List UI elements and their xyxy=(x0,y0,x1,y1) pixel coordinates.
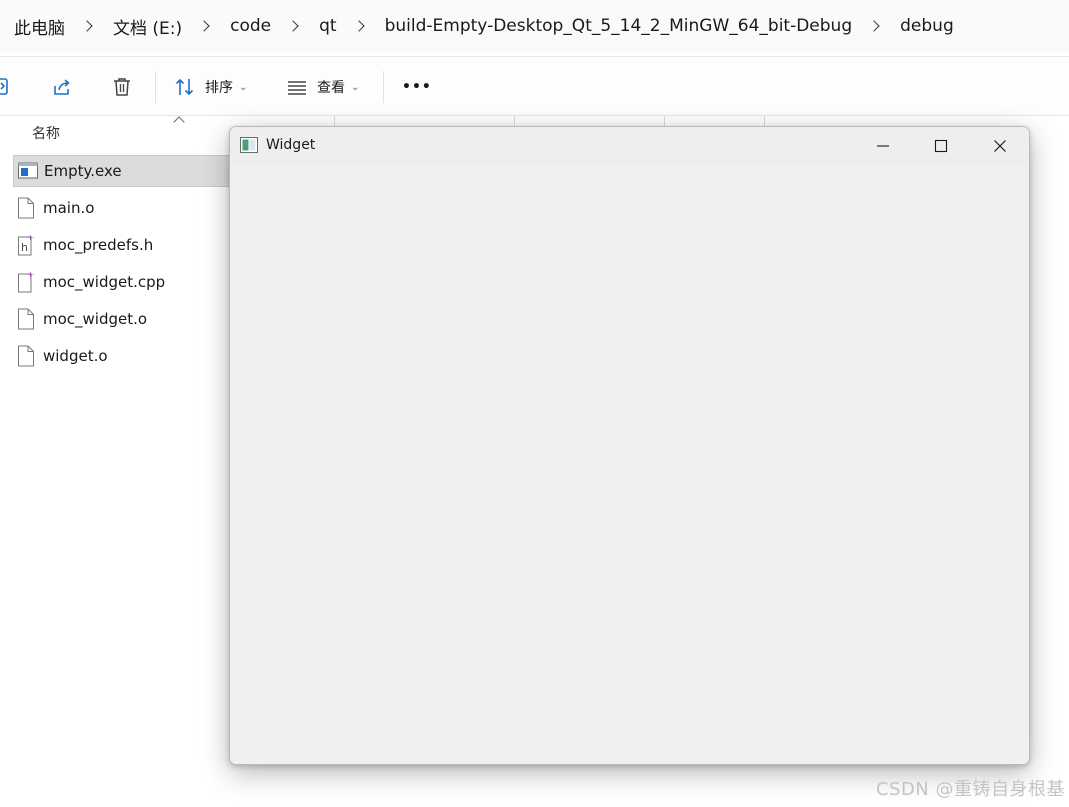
window-title: Widget xyxy=(266,137,316,153)
close-button[interactable] xyxy=(971,127,1029,165)
maximize-icon xyxy=(934,139,948,153)
chevron-down-icon: ⌄ xyxy=(351,81,360,93)
sort-label: 排序 xyxy=(205,80,233,96)
app-icon xyxy=(240,137,258,153)
sort-ascending-icon xyxy=(173,116,185,128)
window-titlebar[interactable]: Widget xyxy=(230,127,1029,165)
breadcrumb: 此电脑 文档 (E:) code qt build-Empty-Desktop_… xyxy=(0,0,1069,52)
delete-button[interactable] xyxy=(110,57,134,117)
file-row-widget-o[interactable]: widget.o xyxy=(13,340,235,372)
chevron-right-icon xyxy=(198,20,210,32)
file-name: main.o xyxy=(43,199,95,217)
toolbar-divider xyxy=(383,71,384,103)
close-icon xyxy=(994,140,1006,152)
svg-text:h: h xyxy=(21,241,28,254)
chevron-right-icon xyxy=(287,20,299,32)
qt-widget-window[interactable]: Widget xyxy=(229,126,1030,765)
sort-arrows-icon xyxy=(173,75,197,99)
list-view-icon xyxy=(285,75,309,99)
file-icon xyxy=(17,345,37,367)
more-icon: ••• xyxy=(402,79,432,95)
breadcrumb-this-pc[interactable]: 此电脑 xyxy=(14,14,65,39)
file-icon xyxy=(17,197,37,219)
chevron-right-icon xyxy=(352,20,365,32)
chevron-down-icon: ⌄ xyxy=(239,81,248,93)
breadcrumb-drive-e[interactable]: 文档 (E:) xyxy=(113,14,182,39)
exe-icon xyxy=(18,160,38,182)
file-row-main-o[interactable]: main.o xyxy=(13,192,235,224)
file-icon xyxy=(17,308,37,330)
watermark: CSDN @重铸自身根基 xyxy=(875,779,1065,800)
svg-text:++: ++ xyxy=(27,271,35,279)
file-name: moc_widget.o xyxy=(43,310,148,328)
share-button[interactable] xyxy=(50,57,74,117)
copy-path-icon xyxy=(0,75,16,99)
file-row-empty-exe[interactable]: Empty.exe xyxy=(13,155,235,187)
sort-button[interactable]: 排序 ⌄ xyxy=(173,57,247,117)
toolbar-divider xyxy=(155,71,156,103)
minimize-icon xyxy=(877,145,889,147)
column-header-name[interactable]: 名称 xyxy=(32,123,60,143)
file-name: moc_predefs.h xyxy=(43,236,154,254)
file-name: moc_widget.cpp xyxy=(43,273,166,291)
breadcrumb-debug[interactable]: debug xyxy=(900,16,954,36)
breadcrumb-qt[interactable]: qt xyxy=(319,16,336,36)
copy-path-button[interactable] xyxy=(0,57,16,117)
file-row-moc-widget-cpp[interactable]: ++ moc_widget.cpp xyxy=(13,266,235,298)
file-row-moc-widget-o[interactable]: moc_widget.o xyxy=(13,303,235,335)
svg-text:++: ++ xyxy=(27,234,35,242)
chevron-right-icon xyxy=(868,20,880,32)
breadcrumb-build-folder[interactable]: build-Empty-Desktop_Qt_5_14_2_MinGW_64_b… xyxy=(385,16,853,36)
view-label: 查看 xyxy=(317,80,345,96)
toolbar: 排序 ⌄ 查看 ⌄ ••• xyxy=(0,56,1069,116)
maximize-button[interactable] xyxy=(912,127,970,165)
header-file-icon: h++ xyxy=(17,234,37,256)
share-icon xyxy=(50,75,74,99)
more-options-button[interactable]: ••• xyxy=(402,57,432,117)
file-row-moc-predefs-h[interactable]: h++ moc_predefs.h xyxy=(13,229,235,261)
window-client-area[interactable] xyxy=(230,165,1029,764)
breadcrumb-code[interactable]: code xyxy=(230,16,271,36)
file-name: widget.o xyxy=(43,347,108,365)
file-name: Empty.exe xyxy=(44,162,122,180)
view-button[interactable]: 查看 ⌄ xyxy=(285,57,359,117)
chevron-right-icon xyxy=(81,20,93,32)
cpp-file-icon: ++ xyxy=(17,271,37,293)
trash-icon xyxy=(110,75,134,99)
minimize-button[interactable] xyxy=(854,127,912,165)
